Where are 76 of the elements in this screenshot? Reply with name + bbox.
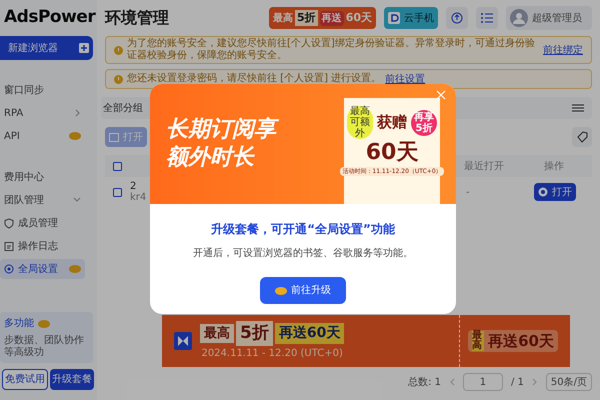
table-cell-text: 2 [130, 181, 138, 192]
user-menu[interactable]: 超级管理员 [506, 6, 592, 30]
coin-icon [69, 264, 81, 274]
tag-button[interactable] [572, 127, 592, 147]
promo-label: 最高 [200, 324, 234, 344]
sidebar-item[interactable]: 操作日志 [0, 236, 85, 256]
table-cell-text: - [466, 186, 471, 200]
promo-gift: 再送60天 [274, 323, 344, 344]
sidebar-item[interactable]: 成员管理 [0, 213, 85, 233]
promo-period: 2024.11.11 - 12.20 (UTC+0) [201, 347, 343, 362]
close-icon [436, 90, 446, 100]
column-header: 最近打开 [464, 160, 505, 174]
table-cell: kr4 [130, 192, 146, 203]
gear-icon [4, 264, 14, 274]
promo-banner[interactable]: 最高 5折 再送 60天 [269, 7, 376, 29]
filter-icon [572, 103, 584, 113]
promo-discount: 5折 [236, 320, 273, 346]
banner-headline: 长期订阅享 [166, 116, 332, 144]
sidebar-item[interactable]: RPA [0, 103, 85, 123]
upgrade-button[interactable]: 前往升级 [260, 277, 346, 304]
phone-icon [388, 12, 400, 24]
page-count: / 1 [510, 376, 524, 390]
tag-icon [576, 131, 588, 143]
page-input[interactable]: 1 [462, 373, 503, 391]
chevron-left-icon [448, 378, 455, 386]
dialog-heading: 升级套餐，可开通“全局设置”功能 [211, 221, 395, 238]
list-icon [481, 12, 493, 24]
notice-link[interactable]: 前往绑定 [543, 42, 583, 58]
promo-label: 最高 [472, 331, 484, 351]
trial-button[interactable]: 免费试用 [2, 369, 48, 390]
total-count: 总数: 1 [408, 376, 441, 390]
coupon-text: 获赠 [377, 112, 407, 134]
list-button[interactable] [476, 7, 498, 29]
avatar-icon [510, 9, 528, 27]
banner-headline: 额外时长 [166, 144, 256, 172]
notice-text: 为了您的账号安全，建议您尽快前往[个人设置]绑定身份验证器。异常登录时，可通过身份验证器校验身份，保障您的账号安全。 [127, 38, 536, 62]
chevron-right-icon [532, 378, 538, 386]
upsell-text: 步数据、团队协作等高级功 [4, 335, 85, 359]
open-browser-button[interactable]: 打开 [534, 183, 576, 201]
badge-text: 再享5折 [411, 110, 437, 136]
sidebar-item[interactable]: 团队管理 [0, 190, 85, 210]
checkbox-icon [113, 162, 122, 170]
coin-icon [275, 286, 287, 296]
notice-link[interactable]: 前往设置 [385, 72, 426, 86]
page-size-select[interactable]: 50条/页 [546, 373, 592, 391]
badge-text: 最高可额外 [347, 106, 373, 139]
add-icon [79, 43, 89, 53]
new-browser-button[interactable]: 新建浏览器 [0, 36, 93, 60]
notice-text: 您还未设置登录密码，请尽快前往 [个人设置] 进行设置。 [127, 73, 382, 85]
coin-icon [69, 131, 81, 141]
dialog-description: 开通后，可设置浏览器的书签、谷歌服务等功能。 [193, 246, 413, 261]
browser-icon [538, 187, 548, 197]
upsell-title: 多功能 [4, 316, 34, 331]
sidebar-item[interactable]: 全局设置 [0, 259, 85, 279]
sidebar-item[interactable]: 窗口同步 [0, 80, 85, 100]
group-filter[interactable]: 全部分组 [103, 100, 143, 116]
user-role: 超级管理员 [532, 12, 582, 26]
app-logo: AdsPower [3, 6, 97, 30]
chevron-right-icon [75, 109, 81, 117]
sidebar-item[interactable]: 费用中心 [0, 167, 85, 187]
document-icon [4, 240, 14, 252]
column-header: 操作 [543, 160, 565, 174]
sidebar-item[interactable]: API [0, 126, 85, 146]
promo-gift: 再送60天 [488, 330, 554, 352]
cloud-phone-button[interactable]: 云手机 [384, 7, 438, 29]
shield-icon [4, 218, 14, 228]
coupon-days: 60天 [366, 141, 418, 165]
warning-icon [114, 46, 123, 54]
coin-icon [38, 318, 50, 328]
logo-icon [174, 332, 192, 350]
window-icon [109, 132, 119, 142]
chevron-down-icon [73, 197, 81, 203]
page-title: 环境管理 [105, 7, 169, 29]
sync-button[interactable] [446, 7, 468, 29]
upgrade-button[interactable]: 升级套餐 [50, 369, 94, 390]
warning-icon [114, 74, 123, 84]
